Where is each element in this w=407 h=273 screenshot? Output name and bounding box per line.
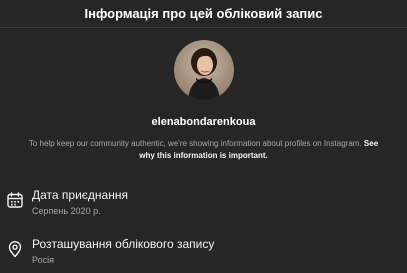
calendar-icon — [6, 190, 24, 210]
authenticity-disclaimer: To help keep our community authentic, we… — [28, 138, 379, 162]
account-location-row: Розташування облікового запису Росія — [6, 237, 214, 267]
avatar — [174, 40, 234, 100]
location-pin-icon — [6, 239, 24, 259]
dialog-title: Інформація про цей обліковий запис — [0, 0, 407, 28]
profile-photo — [174, 40, 234, 100]
date-joined-value: Серпень 2020 р. — [32, 206, 101, 216]
account-info-dialog: Інформація про цей обліковий запис elena… — [0, 0, 407, 273]
disclaimer-text: To help keep our community authentic, we… — [28, 139, 364, 148]
date-joined-row: Дата приєднання Серпень 2020 р. — [6, 188, 128, 218]
username: elenabondarenkoua — [151, 116, 256, 128]
account-location-value: Росія — [32, 255, 54, 265]
account-location-label: Розташування облікового запису — [32, 237, 215, 251]
date-joined-label: Дата приєднання — [32, 188, 128, 202]
